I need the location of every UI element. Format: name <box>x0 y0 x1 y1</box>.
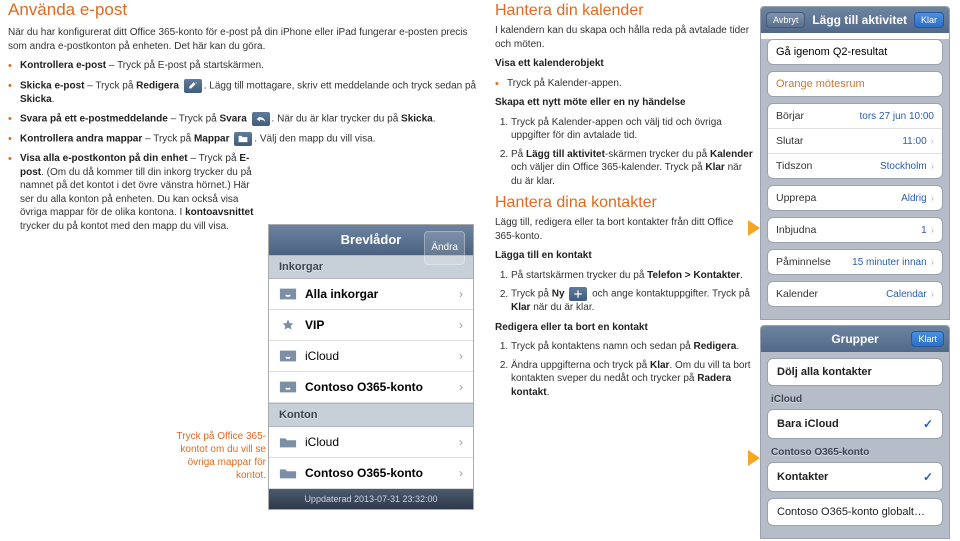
activity-body: Gå igenom Q2-resultat Orange mötesrum Bö… <box>761 39 949 319</box>
add-contact-step2: Tryck på Ny och ange kontaktuppgifter. T… <box>511 287 755 315</box>
left-column: Använda e-post När du har konfigurerat d… <box>8 0 488 239</box>
chevron-right-icon: › <box>459 466 463 480</box>
groups-row-icloud[interactable]: Bara iCloud✓ <box>767 409 943 439</box>
chevron-right-icon: › <box>459 287 463 301</box>
compose-icon <box>184 79 202 93</box>
calendar-bullet: Tryck på Kalender-appen. <box>495 77 755 91</box>
subhead-view-item: Visa ett kalenderobjekt <box>495 57 755 71</box>
activity-time-group: Börjartors 27 jun 10:00 Slutar11:00› Tid… <box>767 103 943 179</box>
activity-row-start[interactable]: Börjartors 27 jun 10:00 <box>768 104 942 129</box>
chevron-right-icon: › <box>459 349 463 363</box>
mailboxes-header: Brevlådor Ändra <box>269 225 473 255</box>
edit-contact-steps: Tryck på kontaktens namn och sedan på Re… <box>495 340 755 399</box>
activity-remind-group: Påminnelse15 minuter innan› <box>767 249 943 275</box>
groups-title: Grupper <box>761 332 949 346</box>
add-contact-step1: På startskärmen trycker du på Telefon > … <box>511 269 755 283</box>
contacts-heading: Hantera dina kontakter <box>495 194 755 212</box>
chevron-right-icon: › <box>931 225 934 236</box>
account-row-contoso[interactable]: Contoso O365-konto› <box>269 458 473 489</box>
contacts-intro: Lägg till, redigera eller ta bort kontak… <box>495 216 755 243</box>
bullet-check-mail: Kontrollera e-post – Tryck på E-post på … <box>8 59 488 73</box>
add-contact-steps: På startskärmen trycker du på Telefon > … <box>495 269 755 315</box>
subhead-add-contact: Lägga till en kontakt <box>495 249 755 263</box>
star-icon <box>279 318 297 332</box>
chevron-right-icon: › <box>459 435 463 449</box>
chevron-right-icon: › <box>931 136 934 147</box>
tray-icon <box>279 287 297 301</box>
groups-row-global[interactable]: Contoso O365-konto globalt… <box>767 498 943 526</box>
bullet-other-folders: Kontrollera andra mappar – Tryck på Mapp… <box>8 132 488 146</box>
subhead-edit-contact: Redigera eller ta bort en kontakt <box>495 321 755 335</box>
mailbox-row-all[interactable]: Alla inkorgar› <box>269 279 473 310</box>
new-event-steps: Tryck på Kalender-appen och välj tid och… <box>495 116 755 189</box>
groups-section-icloud: iCloud <box>767 392 943 409</box>
account-row-icloud[interactable]: iCloud› <box>269 427 473 458</box>
left-bullets: Kontrollera e-post – Tryck på E-post på … <box>8 59 488 233</box>
calendar-bullet-open: Tryck på Kalender-appen. <box>495 77 755 91</box>
calendar-intro: I kalendern kan du skapa och hålla reda … <box>495 24 755 51</box>
chevron-right-icon: › <box>931 193 934 204</box>
groups-row-contacts[interactable]: Kontakter✓ <box>767 462 943 492</box>
activity-row-repeat[interactable]: UpprepaAldrig› <box>768 186 942 210</box>
calendar-heading: Hantera din kalender <box>495 2 755 20</box>
activity-invite-group: Inbjudna1› <box>767 217 943 243</box>
add-activity-panel: Avbryt Lägg till aktivitet Klar Gå igeno… <box>760 6 950 320</box>
groups-panel: Grupper Klart Dölj alla kontakter iCloud… <box>760 325 950 539</box>
activity-row-invited[interactable]: Inbjudna1› <box>768 218 942 242</box>
activity-header: Avbryt Lägg till aktivitet Klar <box>761 7 949 33</box>
callout-office365: Tryck på Office 365-kontot om du vill se… <box>158 430 266 482</box>
groups-hide-all[interactable]: Dölj alla kontakter <box>767 358 943 386</box>
reply-icon <box>252 112 270 126</box>
subhead-new-event: Skapa ett nytt möte eller en ny händelse <box>495 96 755 110</box>
activity-title-field[interactable]: Gå igenom Q2-resultat <box>767 39 943 65</box>
bullet-send-mail: Skicka e-post – Tryck på Redigera . Lägg… <box>8 79 488 107</box>
pointer-arrow-icon <box>748 450 760 466</box>
activity-calendar-group: KalenderCalendar› <box>767 281 943 307</box>
mailbox-row-icloud[interactable]: iCloud› <box>269 341 473 372</box>
left-title: Använda e-post <box>8 0 488 20</box>
activity-row-calendar[interactable]: KalenderCalendar› <box>768 282 942 306</box>
folder-icon <box>279 435 297 449</box>
folder-icon <box>279 466 297 480</box>
activity-title: Lägg till aktivitet <box>812 13 907 27</box>
bullet-all-accounts: Visa alla e-postkonton på din enhet – Tr… <box>8 152 258 233</box>
chevron-right-icon: › <box>459 318 463 332</box>
activity-done-button[interactable]: Klar <box>914 12 944 28</box>
edit-contact-step2: Ändra uppgifterna och tryck på Klar. Om … <box>511 359 755 400</box>
activity-row-reminder[interactable]: Påminnelse15 minuter innan› <box>768 250 942 274</box>
bullet-reply-mail: Svara på ett e-postmeddelande – Tryck på… <box>8 112 488 126</box>
check-icon: ✓ <box>923 417 933 431</box>
tray-icon <box>279 349 297 363</box>
left-intro: När du har konfigurerat ditt Office 365-… <box>8 26 488 53</box>
new-event-step2: På Lägg till aktivitet-skärmen trycker d… <box>511 148 755 189</box>
tray-icon <box>279 380 297 394</box>
mailboxes-panel: Brevlådor Ändra Inkorgar Alla inkorgar› … <box>268 224 474 510</box>
pointer-arrow-icon <box>748 220 760 236</box>
mailbox-row-contoso[interactable]: Contoso O365-konto› <box>269 372 473 403</box>
activity-cancel-button[interactable]: Avbryt <box>766 12 805 28</box>
folder-icon <box>234 132 252 146</box>
chevron-right-icon: › <box>931 161 934 172</box>
groups-body: Dölj alla kontakter iCloud Bara iCloud✓ … <box>761 352 949 538</box>
edit-contact-step1: Tryck på kontaktens namn och sedan på Re… <box>511 340 755 354</box>
mailboxes-section-accounts: Konton <box>269 403 473 427</box>
activity-row-tz[interactable]: TidszonStockholm› <box>768 154 942 178</box>
new-event-step1: Tryck på Kalender-appen och välj tid och… <box>511 116 755 143</box>
mailboxes-edit-button[interactable]: Ändra <box>424 231 465 265</box>
groups-section-contoso: Contoso O365-konto <box>767 445 943 462</box>
activity-location-field[interactable]: Orange mötesrum <box>767 71 943 97</box>
chevron-right-icon: › <box>931 289 934 300</box>
chevron-right-icon: › <box>931 257 934 268</box>
plus-icon <box>569 287 587 301</box>
groups-header: Grupper Klart <box>761 326 949 352</box>
mid-column: Hantera din kalender I kalendern kan du … <box>495 0 755 405</box>
mailboxes-footer: Uppdaterad 2013-07-31 23:32:00 <box>269 489 473 509</box>
activity-repeat-group: UpprepaAldrig› <box>767 185 943 211</box>
chevron-right-icon: › <box>459 380 463 394</box>
mailboxes-title: Brevlådor <box>341 232 402 247</box>
check-icon: ✓ <box>923 470 933 484</box>
activity-row-end[interactable]: Slutar11:00› <box>768 129 942 154</box>
mailbox-row-vip[interactable]: VIP› <box>269 310 473 341</box>
